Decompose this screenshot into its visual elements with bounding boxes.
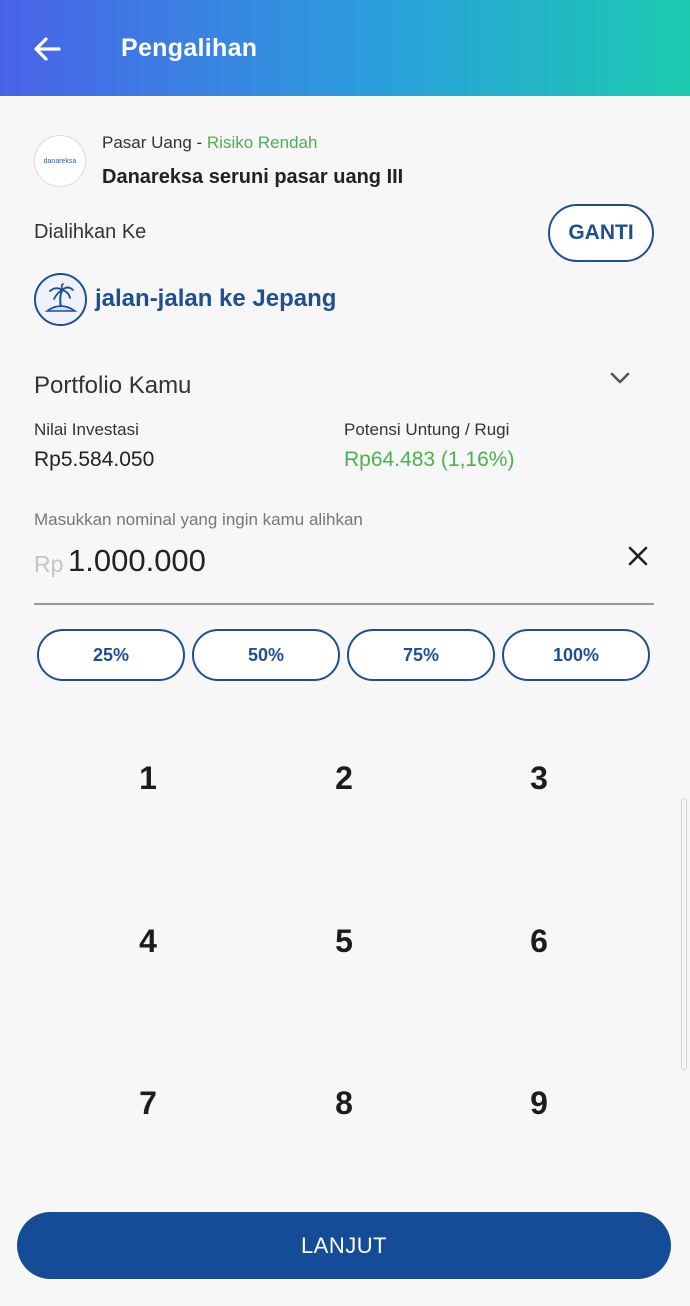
goal-name: jalan-jalan ke Jepang — [95, 285, 337, 312]
amount-input[interactable] — [68, 541, 568, 581]
keypad-key-5[interactable]: 5 — [284, 901, 404, 981]
category-separator: - — [191, 133, 207, 152]
fund-category-line: Pasar Uang - Risiko Rendah — [102, 133, 317, 153]
amount-underline — [34, 603, 654, 605]
close-icon[interactable] — [624, 542, 652, 570]
percent-75-button[interactable]: 75% — [347, 629, 495, 681]
amount-label: Masukkan nominal yang ingin kamu alihkan — [34, 510, 363, 529]
header-bar: Pengalihan — [0, 0, 690, 96]
chevron-down-icon[interactable] — [606, 364, 634, 392]
keypad-key-7[interactable]: 7 — [88, 1063, 208, 1143]
transfer-to-label: Dialihkan Ke — [34, 221, 147, 243]
fund-category: Pasar Uang — [102, 133, 192, 152]
keypad-key-9[interactable]: 9 — [479, 1063, 599, 1143]
keypad-key-6[interactable]: 6 — [479, 901, 599, 981]
arrow-left-icon — [34, 37, 61, 61]
percent-50-button[interactable]: 50% — [192, 629, 340, 681]
keypad-key-8[interactable]: 8 — [284, 1063, 404, 1143]
change-button[interactable]: GANTI — [548, 204, 654, 262]
percent-100-button[interactable]: 100% — [502, 629, 650, 681]
risk-level: Risiko Rendah — [206, 133, 318, 152]
keypad-key-3[interactable]: 3 — [479, 738, 599, 818]
fund-logo-text: danareksa — [43, 157, 77, 165]
scrollbar[interactable] — [681, 798, 687, 1070]
profit-loss-value: Rp64.483 (1,16%) — [344, 448, 515, 471]
fund-name: Danareksa seruni pasar uang III — [102, 166, 404, 188]
keypad-key-1[interactable]: 1 — [88, 738, 208, 818]
fund-logo: danareksa — [34, 135, 86, 187]
profit-loss-label: Potensi Untung / Rugi — [344, 420, 510, 439]
keypad-key-4[interactable]: 4 — [88, 901, 208, 981]
palm-island-icon — [34, 273, 87, 326]
currency-prefix: Rp — [34, 551, 64, 577]
next-button[interactable]: LANJUT — [17, 1212, 671, 1279]
investment-value-label: Nilai Investasi — [34, 420, 139, 439]
page-title: Pengalihan — [121, 34, 258, 62]
keypad-key-2[interactable]: 2 — [284, 738, 404, 818]
back-button[interactable] — [30, 32, 64, 66]
portfolio-title: Portfolio Kamu — [34, 372, 192, 399]
investment-value: Rp5.584.050 — [34, 448, 155, 471]
percent-25-button[interactable]: 25% — [37, 629, 185, 681]
